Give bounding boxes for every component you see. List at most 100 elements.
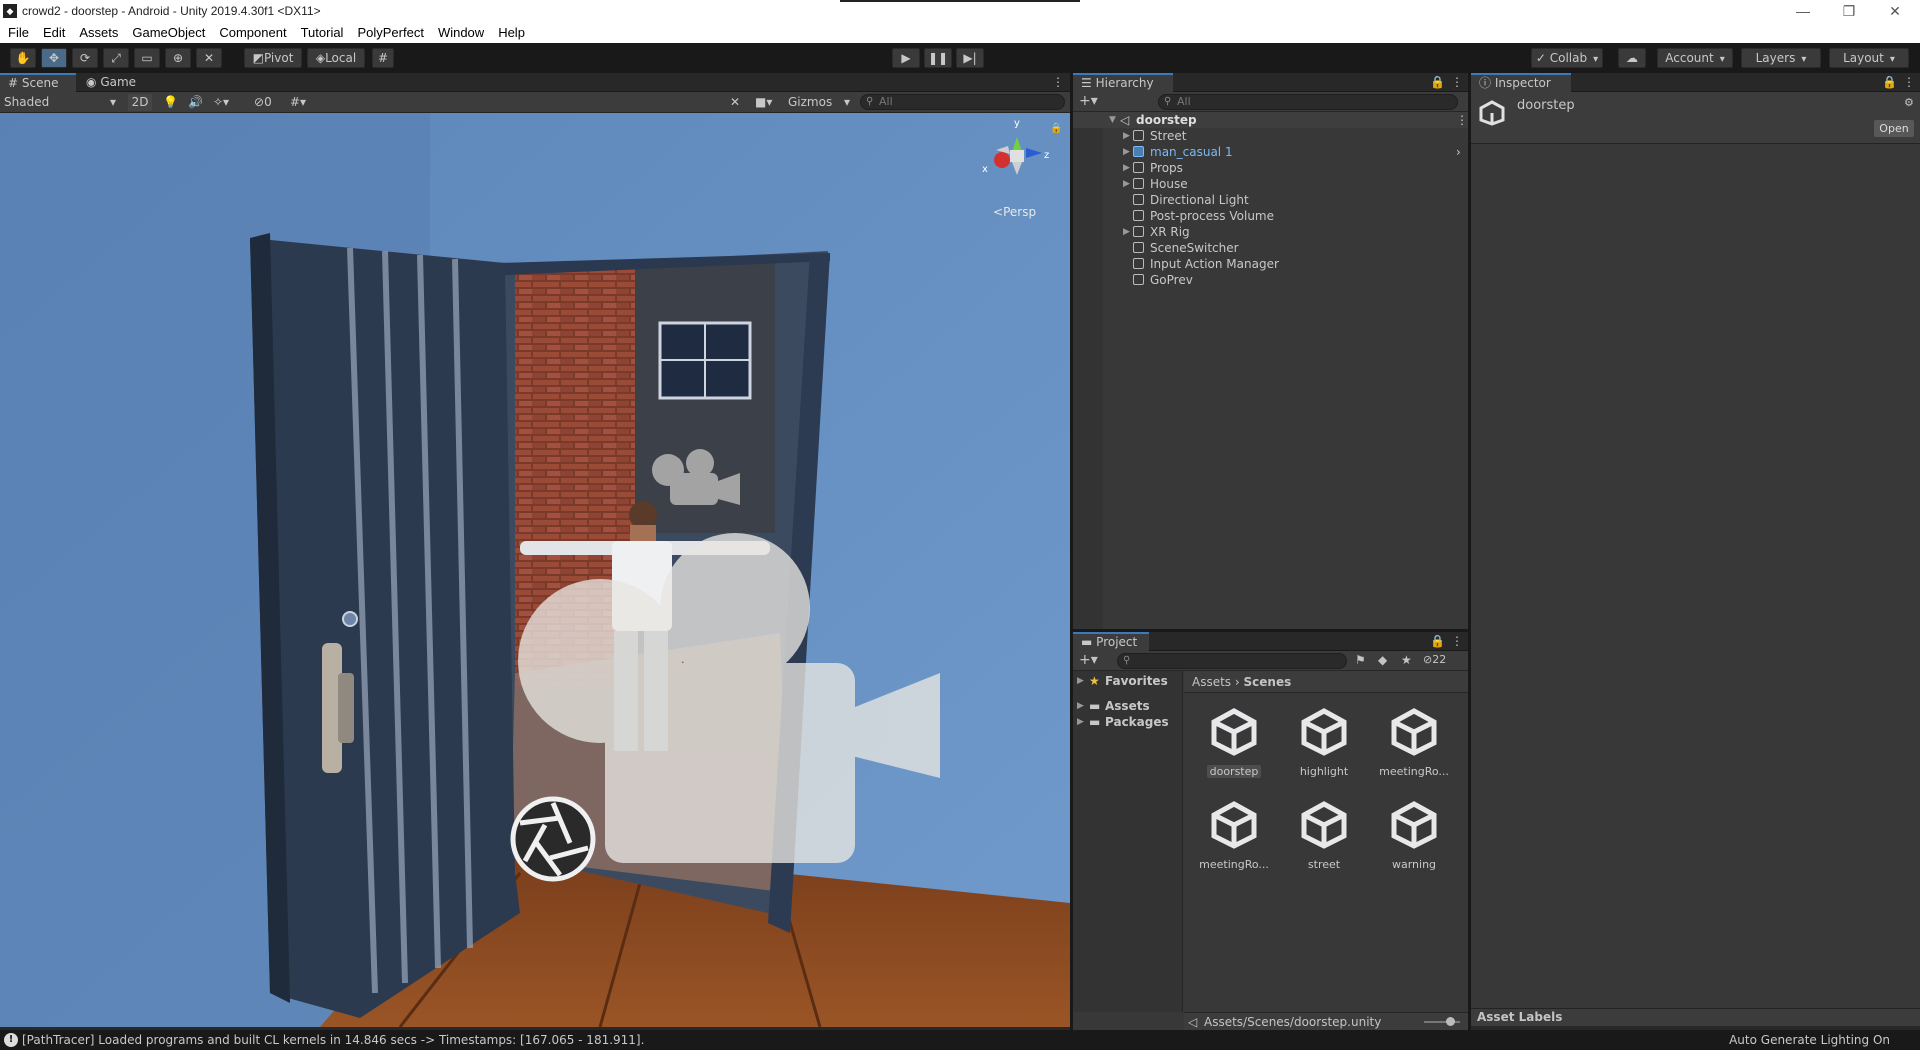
menu-assets[interactable]: Assets <box>72 22 125 43</box>
gizmos-dropdown[interactable]: Gizmos ▾ <box>788 94 850 111</box>
tab-project[interactable]: ▬ Project <box>1073 632 1149 651</box>
expand-arrow-icon[interactable]: ▶ <box>1077 673 1084 689</box>
expand-arrow-icon[interactable]: ▶ <box>1123 224 1130 240</box>
play-button[interactable]: ▶ <box>892 48 920 68</box>
scene-viewport[interactable]: y x z 🔒 <Persp <box>0 113 1070 1027</box>
tab-game[interactable]: ◉ Game <box>78 73 148 92</box>
open-button[interactable]: Open <box>1874 120 1914 137</box>
tree-item-assets[interactable]: ▶ ▬ Assets <box>1073 698 1183 714</box>
hierarchy-item[interactable]: SceneSwitcher <box>1073 240 1468 256</box>
grid-snap-icon[interactable]: # <box>372 48 394 68</box>
cloud-icon[interactable]: ☁ <box>1618 48 1646 68</box>
scene-search-input[interactable]: ⚲ All <box>860 94 1065 110</box>
expand-arrow-icon[interactable]: ▶ <box>1123 176 1130 192</box>
asset-item[interactable]: meetingRo... <box>1374 705 1454 778</box>
tools-icon[interactable]: ✕ <box>730 94 740 111</box>
prefab-open-icon[interactable]: › <box>1456 144 1461 160</box>
transform-tool-icon[interactable]: ⊕ <box>165 48 191 68</box>
hierarchy-item[interactable]: ▶ man_casual 1 › <box>1073 144 1468 160</box>
custom-tool-icon[interactable]: ✕ <box>196 48 222 68</box>
move-tool-icon[interactable]: ✥ <box>41 48 67 68</box>
expand-arrow-icon[interactable]: ▶ <box>1077 714 1084 730</box>
menu-tutorial[interactable]: Tutorial <box>294 22 351 43</box>
tab-hierarchy[interactable]: ☰ Hierarchy <box>1073 73 1173 92</box>
filter-label-icon[interactable]: ◆ <box>1378 653 1387 667</box>
menu-polyperfect[interactable]: PolyPerfect <box>350 22 430 43</box>
asset-item[interactable]: warning <box>1374 798 1454 871</box>
pivot-toggle[interactable]: ◩Pivot <box>244 48 302 68</box>
scene-panel-menu-icon[interactable]: ⋮ <box>1046 73 1066 92</box>
project-menu-icon[interactable]: ⋮ <box>1445 632 1465 651</box>
expand-arrow-icon[interactable]: ▼ <box>1109 112 1116 128</box>
project-search-input[interactable]: ⚲ <box>1117 653 1347 669</box>
hierarchy-search-input[interactable]: ⚲ All <box>1158 94 1458 110</box>
scene-row[interactable]: ▼ ◁ doorstep ⋮ <box>1073 112 1468 128</box>
add-icon[interactable]: +▾ <box>1079 652 1098 668</box>
minimize-button[interactable]: — <box>1780 0 1826 22</box>
filter-type-icon[interactable]: ⚑ <box>1355 653 1366 667</box>
maximize-button[interactable]: ❐ <box>1826 0 1872 22</box>
hierarchy-item[interactable]: ▶ Street <box>1073 128 1468 144</box>
collab-dropdown[interactable]: ✓ Collab <box>1531 48 1603 68</box>
inspector-lock-icon[interactable]: 🔒 <box>1878 73 1898 92</box>
icon-size-slider[interactable] <box>1424 1017 1460 1026</box>
scale-tool-icon[interactable]: ⤢ <box>103 48 129 68</box>
add-icon[interactable]: +▾ <box>1079 93 1098 109</box>
pause-button[interactable]: ❚❚ <box>924 48 952 68</box>
scene-menu-icon[interactable]: ⋮ <box>1456 112 1468 128</box>
layers-dropdown[interactable]: Layers <box>1741 48 1821 68</box>
expand-arrow-icon[interactable]: ▶ <box>1077 698 1084 714</box>
hierarchy-item[interactable]: ▶ Props <box>1073 160 1468 176</box>
expand-arrow-icon[interactable]: ▶ <box>1123 160 1130 176</box>
menu-window[interactable]: Window <box>431 22 491 43</box>
camera-settings-icon[interactable]: ■▾ <box>755 94 772 111</box>
menu-help[interactable]: Help <box>491 22 532 43</box>
menu-edit[interactable]: Edit <box>36 22 72 43</box>
expand-arrow-icon[interactable]: ▶ <box>1123 144 1130 160</box>
breadcrumb-item[interactable]: Scenes <box>1244 675 1292 689</box>
draw-mode-dropdown[interactable]: Shaded ▾ <box>4 94 116 111</box>
gear-icon[interactable]: ⚙ <box>1904 96 1914 109</box>
asset-item[interactable]: street <box>1284 798 1364 871</box>
status-message[interactable]: [PathTracer] Loaded programs and built C… <box>22 1030 644 1050</box>
tab-scene[interactable]: # Scene <box>0 73 76 92</box>
hierarchy-lock-icon[interactable]: 🔒 <box>1426 73 1446 92</box>
audio-toggle-icon[interactable]: 🔊 <box>188 94 203 111</box>
grid-toggle-icon[interactable]: #▾ <box>290 94 306 111</box>
local-toggle[interactable]: ◈Local <box>307 48 365 68</box>
project-lock-icon[interactable]: 🔒 <box>1426 632 1446 651</box>
hand-tool-icon[interactable]: ✋ <box>10 48 36 68</box>
layout-dropdown[interactable]: Layout <box>1829 48 1909 68</box>
asset-item[interactable]: meetingRo... <box>1194 798 1274 871</box>
persp-toggle[interactable]: <Persp <box>993 205 1036 219</box>
hierarchy-item[interactable]: Directional Light <box>1073 192 1468 208</box>
orientation-gizmo[interactable]: y x z <box>980 118 1050 190</box>
hierarchy-menu-icon[interactable]: ⋮ <box>1445 73 1465 92</box>
tab-inspector[interactable]: ⓘ Inspector <box>1471 73 1571 92</box>
mode-2d-toggle[interactable]: 2D <box>128 94 152 111</box>
slider-thumb[interactable] <box>1446 1017 1455 1026</box>
menu-component[interactable]: Component <box>212 22 293 43</box>
rotate-tool-icon[interactable]: ⟳ <box>72 48 98 68</box>
info-icon[interactable]: ! <box>4 1033 18 1047</box>
breadcrumb-item[interactable]: Assets <box>1192 675 1231 689</box>
star-icon[interactable]: ★ <box>1401 653 1412 667</box>
inspector-menu-icon[interactable]: ⋮ <box>1897 73 1917 92</box>
expand-arrow-icon[interactable]: ▶ <box>1123 128 1130 144</box>
account-dropdown[interactable]: Account <box>1657 48 1733 68</box>
asset-item[interactable]: doorstep <box>1194 705 1274 778</box>
favorites-row[interactable]: ▶ ★ Favorites <box>1073 673 1183 689</box>
hierarchy-item[interactable]: GoPrev <box>1073 272 1468 288</box>
rect-tool-icon[interactable]: ▭ <box>134 48 160 68</box>
effects-toggle-icon[interactable]: ✧▾ <box>213 94 229 111</box>
lighting-toggle-icon[interactable]: 💡 <box>163 94 178 111</box>
hierarchy-item[interactable]: ▶ XR Rig <box>1073 224 1468 240</box>
menu-file[interactable]: File <box>0 22 36 43</box>
tree-item-packages[interactable]: ▶ ▬ Packages <box>1073 714 1183 730</box>
hidden-objects-toggle[interactable]: ⊘0 <box>254 94 272 111</box>
close-button[interactable]: ✕ <box>1872 0 1918 22</box>
auto-lighting-status[interactable]: Auto Generate Lighting On <box>1729 1030 1890 1050</box>
hierarchy-item[interactable]: ▶ House <box>1073 176 1468 192</box>
step-button[interactable]: ▶| <box>956 48 984 68</box>
asset-item[interactable]: highlight <box>1284 705 1364 778</box>
